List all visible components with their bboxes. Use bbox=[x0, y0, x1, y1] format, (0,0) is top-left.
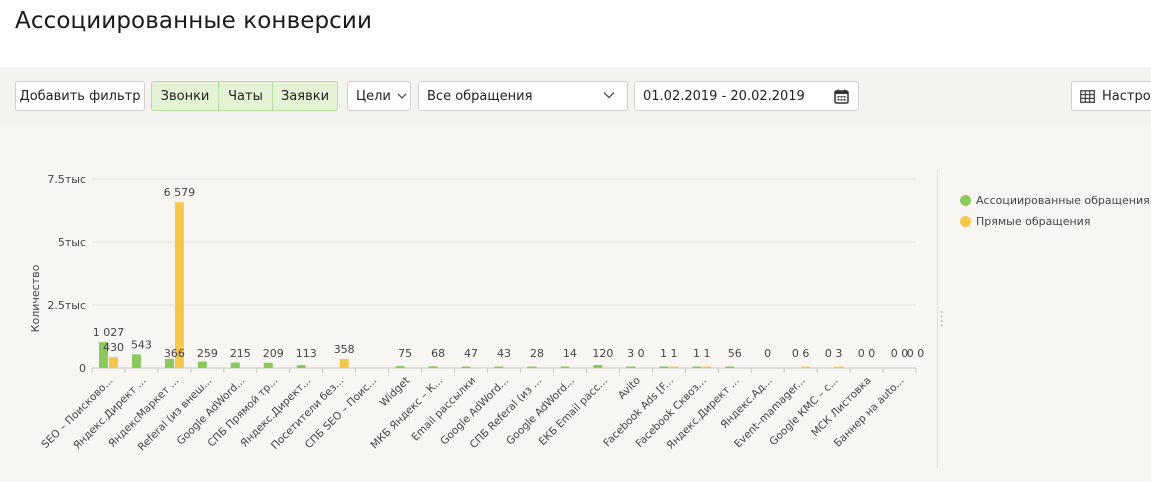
data-label: 6 579 bbox=[164, 186, 196, 199]
table-settings-icon bbox=[1080, 90, 1095, 103]
data-label: 0 0 bbox=[858, 347, 876, 360]
bar-associated[interactable] bbox=[395, 366, 405, 368]
bar-direct[interactable] bbox=[174, 202, 184, 368]
bar-associated[interactable] bbox=[461, 366, 471, 369]
legend-item-associated[interactable]: Ассоциированные обращения bbox=[960, 190, 1150, 211]
y-tick-label: 0 bbox=[79, 362, 86, 375]
data-label: 3 0 bbox=[627, 347, 645, 360]
goals-dropdown[interactable]: Цели bbox=[347, 81, 411, 111]
segment-requests[interactable]: Заявки bbox=[272, 82, 337, 110]
bar-associated[interactable] bbox=[131, 354, 141, 368]
bar-associated[interactable] bbox=[659, 366, 669, 369]
y-tick-label: 7.5тыс bbox=[47, 173, 86, 186]
data-label: 209 bbox=[263, 347, 284, 360]
bar-direct[interactable] bbox=[834, 366, 844, 369]
bar-associated[interactable] bbox=[494, 366, 504, 369]
bar-direct[interactable] bbox=[669, 366, 679, 369]
data-label: 0 bbox=[764, 347, 771, 360]
data-label: 430 bbox=[103, 341, 124, 354]
chevron-down-icon bbox=[603, 92, 615, 99]
legend-label: Прямые обращения bbox=[976, 215, 1091, 228]
data-label: 1 1 bbox=[660, 347, 678, 360]
bar-associated[interactable] bbox=[725, 366, 735, 369]
bar-associated[interactable] bbox=[593, 364, 603, 368]
filter-toolbar: Добавить фильтр Звонки Чаты Заявки Цели … bbox=[0, 67, 1151, 127]
data-label: 43 bbox=[497, 347, 511, 360]
legend-swatch bbox=[960, 216, 971, 227]
page-title: Ассоциированные конверсии bbox=[15, 8, 373, 34]
bar-associated[interactable] bbox=[164, 358, 174, 368]
resize-handle-icon[interactable] bbox=[940, 310, 943, 328]
y-axis-label: Количество bbox=[29, 264, 42, 332]
table-settings-button[interactable]: Настрои bbox=[1071, 81, 1151, 111]
chart-legend: Ассоциированные обращения Прямые обращен… bbox=[960, 190, 1150, 232]
appeals-select-value: Все обращения bbox=[427, 88, 533, 104]
channel-segmented-control: Звонки Чаты Заявки bbox=[151, 81, 338, 111]
data-label: 1 027 bbox=[93, 326, 125, 339]
data-label: 543 bbox=[131, 338, 152, 351]
legend-swatch bbox=[960, 195, 971, 206]
appeals-select[interactable]: Все обращения bbox=[418, 81, 628, 111]
bar-associated[interactable] bbox=[692, 366, 702, 369]
bar-associated[interactable] bbox=[197, 361, 207, 368]
bar-associated[interactable] bbox=[428, 366, 438, 368]
goals-label: Цели bbox=[356, 88, 391, 104]
segment-chats[interactable]: Чаты bbox=[218, 82, 272, 110]
bar-associated[interactable] bbox=[263, 362, 273, 368]
bar-direct[interactable] bbox=[702, 366, 712, 369]
date-range-picker[interactable]: 01.02.2019 - 20.02.2019 bbox=[634, 81, 859, 111]
data-label: 75 bbox=[398, 347, 412, 360]
calendar-icon bbox=[834, 89, 849, 104]
legend-divider bbox=[937, 170, 938, 468]
chevron-down-icon bbox=[397, 93, 407, 99]
bar-associated[interactable] bbox=[626, 366, 636, 369]
data-label: 113 bbox=[296, 347, 317, 360]
data-label: 28 bbox=[530, 347, 544, 360]
data-label: 1 1 bbox=[693, 347, 711, 360]
segment-calls[interactable]: Звонки bbox=[152, 82, 218, 110]
x-tick-label: МСК Листовка bbox=[809, 375, 873, 439]
data-label: 56 bbox=[728, 347, 742, 360]
data-label: 120 bbox=[592, 347, 613, 360]
legend-label: Ассоциированные обращения bbox=[976, 194, 1150, 207]
data-label: 358 bbox=[334, 343, 355, 356]
bar-associated[interactable] bbox=[527, 366, 537, 369]
data-label: 0 6 bbox=[792, 347, 810, 360]
data-label: 68 bbox=[431, 347, 445, 360]
data-label: 14 bbox=[563, 347, 577, 360]
legend-item-direct[interactable]: Прямые обращения bbox=[960, 211, 1150, 232]
data-label: 259 bbox=[197, 347, 218, 360]
bar-direct[interactable] bbox=[801, 366, 811, 369]
bar-associated[interactable] bbox=[560, 366, 570, 369]
date-range-value: 01.02.2019 - 20.02.2019 bbox=[643, 88, 805, 104]
table-settings-label: Настрои bbox=[1102, 88, 1151, 104]
data-label: 215 bbox=[230, 347, 251, 360]
data-label: 0 0 bbox=[891, 347, 909, 360]
data-label: 366 bbox=[164, 347, 185, 360]
y-tick-label: 5тыс bbox=[58, 236, 86, 249]
conversions-bar-chart: 02.5тыс5тыс7.5тысКоличество1 027430SEO –… bbox=[29, 173, 925, 453]
data-label: 47 bbox=[464, 347, 478, 360]
bar-direct[interactable] bbox=[108, 357, 118, 368]
bar-associated[interactable] bbox=[296, 365, 306, 368]
data-label: 0 3 bbox=[825, 347, 843, 360]
data-label: 0 0 bbox=[907, 347, 925, 360]
bar-associated[interactable] bbox=[230, 362, 240, 368]
y-tick-label: 2.5тыс bbox=[47, 299, 86, 312]
bar-direct[interactable] bbox=[339, 358, 349, 368]
x-tick-label: Avito bbox=[616, 375, 643, 402]
add-filter-button[interactable]: Добавить фильтр bbox=[15, 81, 145, 111]
